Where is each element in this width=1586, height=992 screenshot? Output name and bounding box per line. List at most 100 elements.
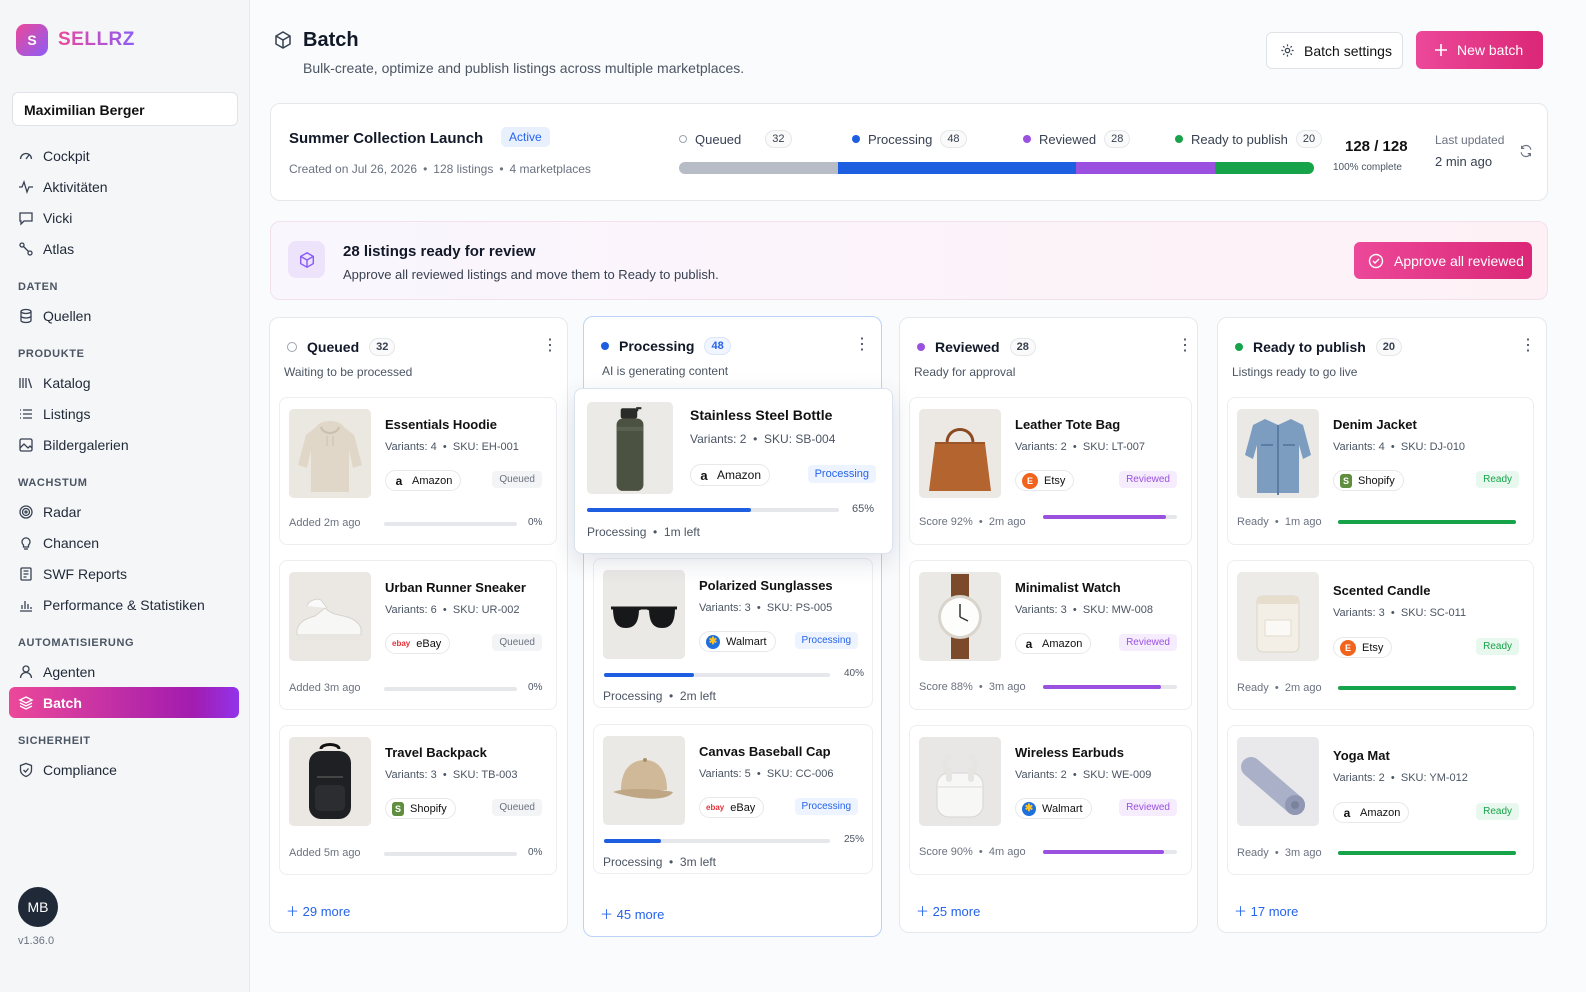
sidebar-item-aktivitaeten[interactable]: Aktivitäten	[9, 171, 239, 202]
progress-bar	[384, 522, 517, 526]
sidebar-item-radar[interactable]: Radar	[9, 496, 239, 527]
sidebar-item-agenten[interactable]: Agenten	[9, 656, 239, 687]
batch-summary-card: Summer Collection Launch Active Created …	[270, 103, 1548, 201]
total-processed: 128 / 128	[1345, 138, 1408, 155]
card-meta: Variants: 3 • SKU: SC-011	[1333, 607, 1467, 619]
sidebar-item-katalog[interactable]: Katalog	[9, 367, 239, 398]
column-menu-icon[interactable]: ⋮	[542, 338, 558, 354]
sidebar-item-label: Performance & Statistiken	[43, 596, 205, 613]
segment-ready	[1214, 162, 1314, 174]
activity-icon	[19, 179, 33, 194]
nav-section-automatisierung: AUTOMATISIERUNG	[18, 637, 135, 649]
chat-icon	[19, 211, 33, 226]
product-image	[1237, 409, 1319, 498]
listing-card[interactable]: Canvas Baseball Cap Variants: 5 • SKU: C…	[593, 724, 873, 874]
column-header: Ready to publish 20	[1235, 338, 1403, 356]
product-image	[603, 570, 685, 659]
marketplace-count: 4 marketplaces	[509, 162, 591, 176]
workspace-user-selector[interactable]: Maximilian Berger	[12, 92, 238, 126]
app-version: v1.36.0	[18, 935, 55, 947]
marketplace-chip: S Shopify	[385, 798, 456, 819]
legend-reviewed: Reviewed 28	[1023, 130, 1175, 148]
report-icon	[20, 566, 32, 581]
listing-card[interactable]: Travel Backpack Variants: 3 • SKU: TB-00…	[279, 725, 557, 875]
column-menu-icon[interactable]: ⋮	[1520, 338, 1536, 354]
batch-settings-button[interactable]: Batch settings	[1266, 32, 1403, 69]
show-more-link[interactable]: ＋ 45 more	[600, 904, 664, 923]
segment-reviewed	[1075, 162, 1215, 174]
marketplace-chip: ebay eBay	[385, 633, 451, 654]
processing-dot	[852, 135, 860, 143]
status-badge: Processing	[794, 632, 858, 649]
batch-settings-label: Batch settings	[1304, 42, 1392, 59]
card-title: Travel Backpack	[385, 745, 487, 760]
progress-bar	[384, 852, 517, 856]
listing-card[interactable]: Wireless Earbuds Variants: 2 • SKU: WE-0…	[909, 725, 1192, 875]
show-more-link[interactable]: ＋ 17 more	[1234, 901, 1298, 920]
logo[interactable]: S SELLRZ	[16, 24, 135, 56]
page-title: Batch	[303, 29, 359, 51]
marketplace-chip: ebay eBay	[699, 797, 765, 818]
column-ready: Ready to publish 20 ⋮ Listings ready to g…	[1217, 317, 1547, 933]
sidebar-item-vicki[interactable]: Vicki	[9, 202, 239, 233]
status-legend: Queued 32 Processing 48 Reviewed 28 Ready t…	[679, 130, 1323, 148]
listing-card-dragging[interactable]: Stainless Steel Bottle Variants: 2 • SKU…	[574, 388, 893, 554]
batch-progress-bar	[679, 162, 1314, 174]
sidebar-item-chancen[interactable]: Chancen	[9, 527, 239, 558]
etsy-icon: E	[1022, 472, 1038, 489]
sidebar-item-performance[interactable]: Performance & Statistiken	[9, 589, 239, 620]
sidebar-item-batch[interactable]: Batch	[9, 687, 239, 718]
column-count: 48	[704, 337, 731, 355]
progress-bar	[604, 839, 830, 843]
listing-card[interactable]: Yoga Mat Variants: 2 • SKU: YM-012 a Amaz…	[1227, 725, 1534, 875]
banner-title: 28 listings ready for review	[343, 243, 536, 260]
logo-text: SELLRZ	[58, 29, 135, 50]
sidebar-item-compliance[interactable]: Compliance	[9, 754, 239, 785]
show-more-link[interactable]: ＋ 25 more	[916, 901, 980, 920]
column-menu-icon[interactable]: ⋮	[1177, 338, 1193, 354]
listing-card[interactable]: Urban Runner Sneaker Variants: 6 • SKU: …	[279, 560, 557, 710]
sidebar-item-swf-reports[interactable]: SWF Reports	[9, 558, 239, 589]
listing-card[interactable]: Essentials Hoodie Variants: 4 • SKU: EH-…	[279, 397, 557, 545]
card-meta: Variants: 3 • SKU: PS-005	[699, 602, 833, 614]
column-title: Ready to publish	[1253, 339, 1366, 355]
approve-all-button[interactable]: Approve all reviewed	[1354, 242, 1532, 279]
marketplace-chip: E Etsy	[1333, 637, 1393, 658]
listing-card[interactable]: Denim Jacket Variants: 4 • SKU: DJ-010 S…	[1227, 397, 1534, 545]
card-footer-text: Added 5m ago	[289, 847, 361, 859]
legend-label: Ready to publish	[1191, 131, 1288, 147]
status-badge: Ready	[1476, 471, 1519, 488]
column-menu-icon[interactable]: ⋮	[854, 337, 870, 353]
sidebar-item-label: SWF Reports	[43, 565, 128, 582]
listing-card[interactable]: Polarized Sunglasses Variants: 3 • SKU: …	[593, 558, 873, 708]
status-badge: Ready	[1476, 638, 1519, 655]
marketplace-chip: a Amazon	[385, 470, 462, 491]
avatar[interactable]: MB	[18, 887, 58, 927]
card-footer-text: Score 88% • 3m ago	[919, 681, 1026, 693]
batch-name: Summer Collection Launch	[289, 130, 484, 147]
sidebar-item-cockpit[interactable]: Cockpit	[9, 140, 239, 171]
column-subtitle: Waiting to be processed	[284, 365, 413, 379]
marketplace-chip: S Shopify	[1333, 470, 1404, 491]
list-icon	[20, 408, 32, 419]
show-more-link[interactable]: ＋ 29 more	[286, 901, 350, 920]
watch-image	[919, 572, 1001, 661]
listing-card[interactable]: Leather Tote Bag Variants: 2 • SKU: LT-0…	[909, 397, 1192, 545]
sidebar-item-listings[interactable]: Listings	[9, 398, 239, 429]
sidebar-item-bildergalerien[interactable]: Bildergalerien	[9, 429, 239, 460]
batch-meta: Created on Jul 26, 2026 • 128 listings • 4…	[289, 162, 591, 176]
sidebar-item-atlas[interactable]: Atlas	[9, 233, 239, 264]
refresh-icon[interactable]	[1519, 144, 1533, 158]
status-badge: Reviewed	[1119, 799, 1177, 816]
listing-card[interactable]: Minimalist Watch Variants: 3 • SKU: MW-0…	[909, 560, 1192, 710]
card-title: Scented Candle	[1333, 583, 1431, 598]
marketplace-chip: a Amazon	[1333, 802, 1410, 823]
card-meta: Variants: 4 • SKU: EH-001	[385, 441, 519, 453]
card-footer-text: Added 3m ago	[289, 682, 361, 694]
new-batch-button[interactable]: New batch	[1416, 31, 1543, 69]
logo-mark: S	[16, 24, 48, 56]
column-count: 28	[1009, 338, 1036, 356]
sidebar-item-quellen[interactable]: Quellen	[9, 300, 239, 331]
status-badge: Queued	[492, 799, 542, 816]
listing-card[interactable]: Scented Candle Variants: 3 • SKU: SC-011…	[1227, 560, 1534, 710]
